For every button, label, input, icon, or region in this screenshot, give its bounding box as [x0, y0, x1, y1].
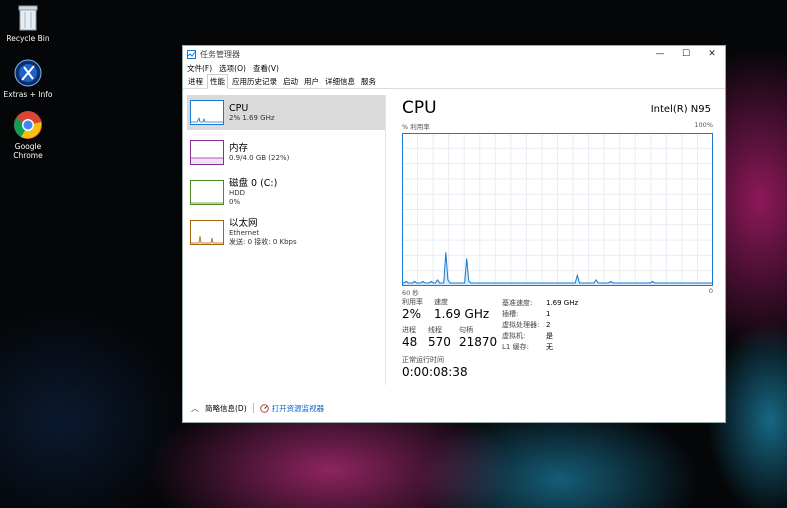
stat-uptime: 正常运行时间 0:00:08:38 — [402, 356, 468, 380]
brief-info-button[interactable]: 简略信息(D) — [205, 403, 247, 414]
cpu-detail-panel: CPU Intel(R) N95 % 利用率 100% 60 秒 0 利用率 2… — [402, 98, 717, 379]
spec-value: 是 — [546, 332, 553, 340]
footer-separator — [252, 403, 254, 413]
panel-divider[interactable] — [385, 95, 386, 385]
stat-value: 0:00:08:38 — [402, 365, 468, 379]
stat-label: 利用率 — [402, 298, 423, 306]
tab-users[interactable]: 用户 — [302, 75, 321, 88]
memory-thumbnail-graph — [190, 140, 224, 165]
cpu-model: Intel(R) N95 — [650, 104, 711, 115]
ethernet-thumbnail-graph — [190, 220, 224, 245]
close-button[interactable]: ✕ — [699, 46, 725, 62]
spec-key: L1 缓存: — [502, 343, 529, 351]
resource-name: 磁盘 0 (C:) — [229, 178, 278, 189]
stat-value: 1.69 GHz — [434, 307, 490, 321]
stat-value: 21870 — [459, 335, 498, 349]
resource-name: 内存 — [229, 142, 249, 154]
tab-performance[interactable]: 性能 — [207, 74, 228, 89]
tab-app-history[interactable]: 应用历史记录 — [230, 75, 279, 88]
recycle-bin-icon — [17, 4, 39, 32]
resource-detail: 2% 1.69 GHz — [229, 113, 275, 122]
resource-item-disk[interactable]: 磁盘 0 (C:) HDD 0% — [187, 175, 385, 210]
extras-info-icon — [13, 58, 43, 88]
window-title: 任务管理器 — [200, 49, 240, 59]
spec-value: 2 — [546, 321, 551, 329]
spec-value: 1 — [546, 310, 551, 318]
resource-name: CPU — [229, 102, 249, 114]
graph-x-left: 60 秒 — [402, 289, 419, 297]
stat-label: 速度 — [434, 298, 448, 306]
chevron-up-icon[interactable]: ︿ — [191, 403, 199, 414]
resource-type: HDD — [229, 189, 246, 197]
menu-options[interactable]: 选项(O) — [219, 63, 246, 74]
spec-value: 无 — [546, 343, 553, 351]
resource-item-memory[interactable]: 内存 0.9/4.0 GB (22%) — [187, 135, 385, 170]
graph-x-right: 0 — [708, 287, 713, 295]
stat-handles: 句柄 21870 — [459, 326, 497, 350]
resource-item-cpu[interactable]: CPU 2% 1.69 GHz — [187, 95, 385, 130]
desktop-icon-label: Google Chrome — [13, 142, 43, 160]
spec-value: 1.69 GHz — [546, 299, 579, 307]
resource-item-ethernet[interactable]: 以太网 Ethernet 发送: 0 接收: 0 Kbps — [187, 215, 385, 250]
tab-processes[interactable]: 进程 — [186, 75, 205, 88]
tab-services[interactable]: 服务 — [359, 75, 378, 88]
stat-speed: 速度 1.69 GHz — [434, 298, 489, 322]
graph-y-label: % 利用率 — [402, 123, 430, 131]
resource-monitor-icon — [259, 403, 269, 413]
spec-key: 虚拟处理器: — [502, 321, 540, 329]
resource-name: 以太网 — [229, 218, 258, 229]
open-resource-monitor-link[interactable]: 打开资源监视器 — [272, 403, 325, 414]
cpu-thumbnail-graph — [190, 100, 224, 125]
desktop-icon-label: Extras + Info — [3, 90, 53, 99]
tab-bar: 进程 性能 应用历史记录 启动 用户 详细信息 服务 — [183, 74, 725, 89]
task-manager-icon — [187, 49, 196, 59]
menu-file[interactable]: 文件(F) — [187, 63, 212, 74]
desktop-icon-label: Recycle Bin — [6, 34, 50, 43]
stat-label: 进程 — [402, 326, 416, 334]
cpu-specs: 基准速度: 1.69 GHz 插槽: 1 虚拟处理器: 2 虚拟机: 是 L1 缓存: 无 — [502, 298, 578, 353]
stat-label: 线程 — [428, 326, 442, 334]
resource-list: CPU 2% 1.69 GHz 内存 0.9/4.0 GB (22%) 磁盘 0… — [187, 95, 385, 385]
tab-details[interactable]: 详细信息 — [323, 75, 357, 88]
spec-key: 虚拟机: — [502, 332, 526, 340]
maximize-button[interactable]: ☐ — [673, 46, 699, 62]
title-bar[interactable]: 任务管理器 — ☐ ✕ — [183, 46, 725, 62]
stat-label: 正常运行时间 — [402, 356, 444, 364]
desktop-icon-extras-info[interactable]: Extras + Info — [2, 58, 54, 99]
spec-key: 插槽: — [502, 310, 519, 318]
desktop-icon-google-chrome[interactable]: Google Chrome — [2, 110, 54, 160]
resource-detail: 发送: 0 接收: 0 Kbps — [229, 238, 297, 246]
chrome-icon — [13, 110, 43, 140]
stat-label: 句柄 — [459, 326, 473, 334]
menu-bar: 文件(F) 选项(O) 查看(V) — [183, 62, 725, 74]
stat-value: 48 — [402, 335, 418, 349]
spec-key: 基准速度: — [502, 299, 533, 307]
stat-threads: 线程 570 — [428, 326, 451, 350]
stat-utilization: 利用率 2% — [402, 298, 423, 322]
resource-detail: 0.9/4.0 GB (22%) — [229, 153, 290, 162]
desktop-icon-recycle-bin[interactable]: Recycle Bin — [2, 4, 54, 43]
tab-startup[interactable]: 启动 — [281, 75, 300, 88]
menu-view[interactable]: 查看(V) — [253, 63, 279, 74]
stat-processes: 进程 48 — [402, 326, 417, 350]
stat-value: 570 — [428, 335, 451, 349]
resource-detail: 0% — [229, 198, 241, 206]
minimize-button[interactable]: — — [647, 46, 673, 62]
graph-y-max: 100% — [694, 121, 713, 129]
stat-value: 2% — [402, 307, 422, 321]
cpu-usage-graph — [402, 133, 713, 286]
footer-bar: ︿ 简略信息(D) 打开资源监视器 — [183, 394, 725, 422]
disk-thumbnail-graph — [190, 180, 224, 205]
task-manager-window: 任务管理器 — ☐ ✕ 文件(F) 选项(O) 查看(V) 进程 性能 应用历史… — [182, 45, 726, 423]
resource-type: Ethernet — [229, 229, 260, 237]
